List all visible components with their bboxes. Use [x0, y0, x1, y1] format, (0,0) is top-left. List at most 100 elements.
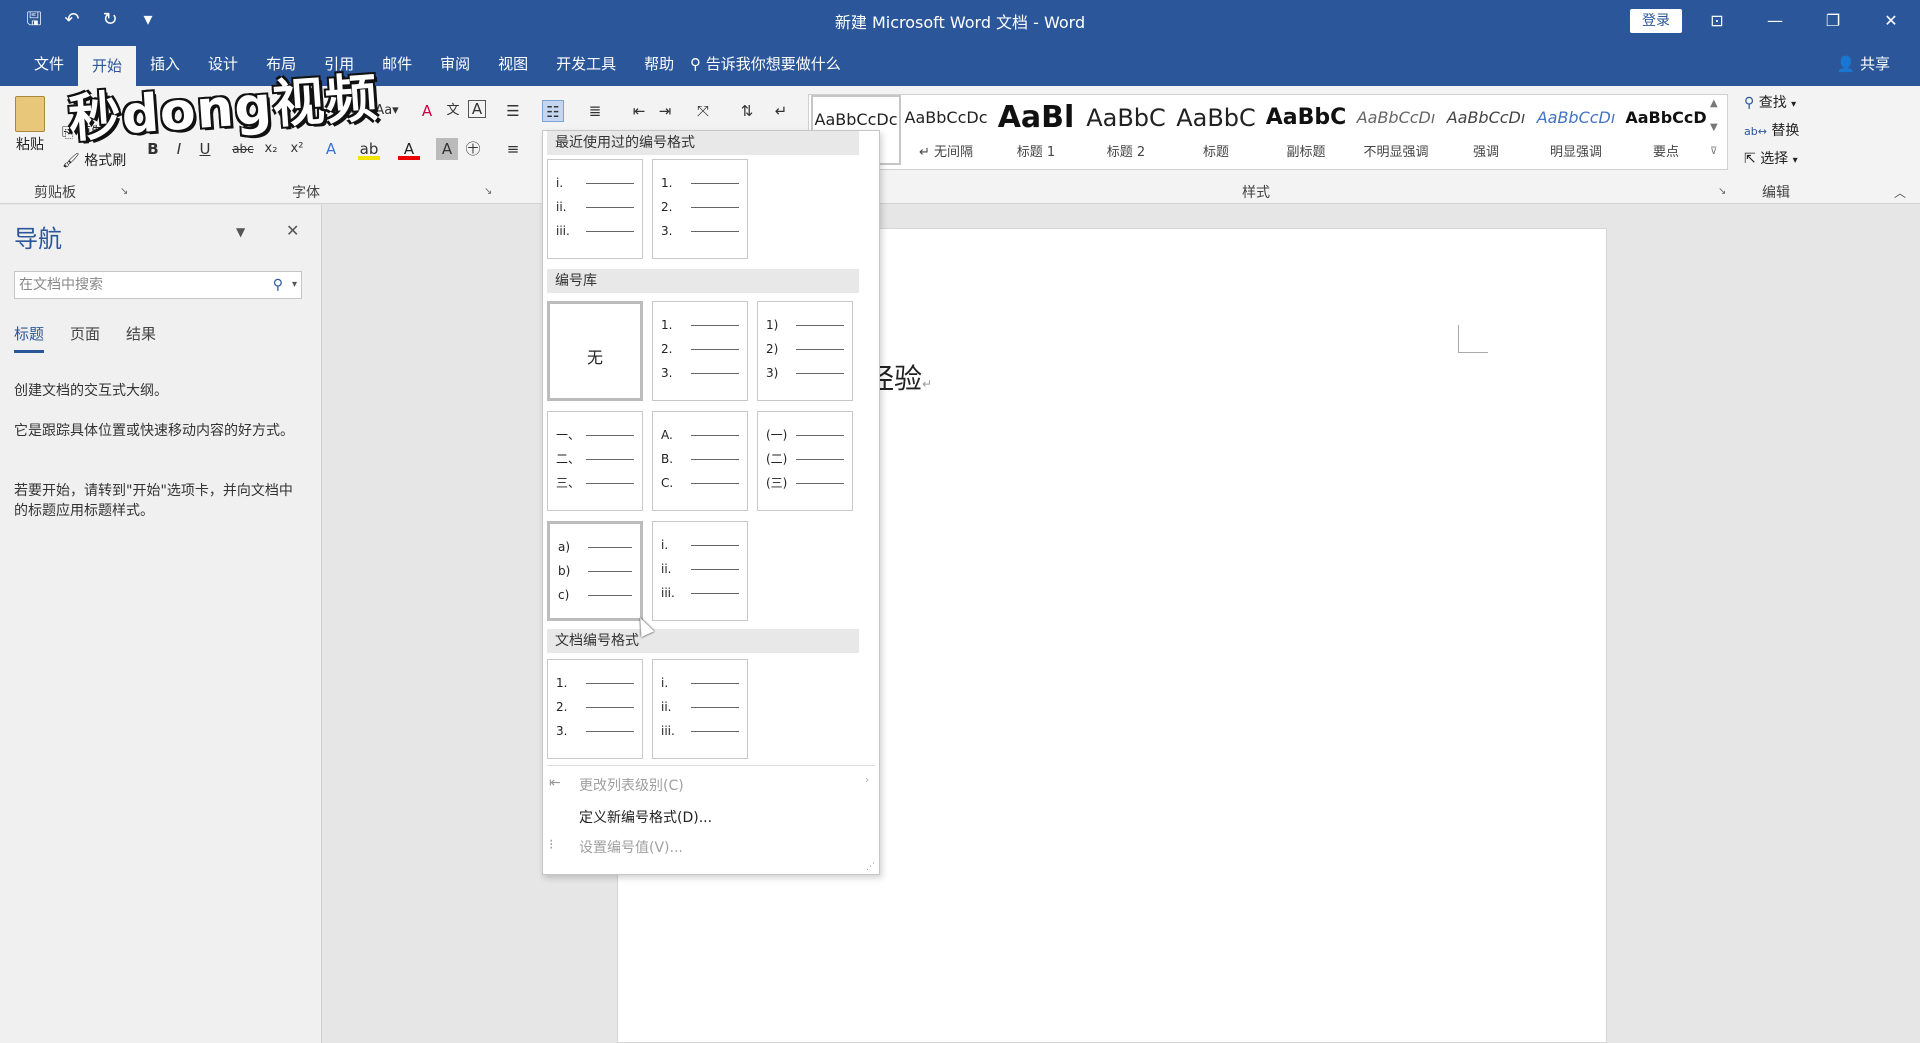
numbering-label: 3.	[556, 724, 568, 738]
tab-headings[interactable]: 标题	[14, 323, 45, 353]
multilevel-list-icon[interactable]: ≣	[584, 100, 606, 122]
style-name: 副标题	[1286, 145, 1326, 160]
collapse-ribbon-icon[interactable]: ︿	[1894, 184, 1906, 201]
recent-format-option[interactable]: 1. 2. 3.	[652, 159, 748, 259]
numbering-row: 一、	[556, 428, 634, 442]
ribbon-display-icon[interactable]: ⊡	[1688, 0, 1746, 42]
tab-pages[interactable]: 页面	[70, 323, 100, 353]
chevron-down-icon: ▾	[291, 279, 297, 290]
phonetic-guide-icon[interactable]: 文	[442, 100, 464, 122]
bullets-icon[interactable]: ☰	[502, 100, 524, 122]
strikethrough-icon[interactable]: abc	[232, 138, 254, 160]
style-option-2[interactable]: AaBl 标题 1	[991, 95, 1081, 160]
styles-dialog-launcher[interactable]: ↘	[1718, 186, 1726, 197]
clipboard-dialog-launcher[interactable]: ↘	[120, 186, 128, 197]
style-option-1[interactable]: AaBbCcDc ↵ 无间隔	[901, 95, 991, 160]
restore-icon[interactable]: ❐	[1804, 0, 1862, 42]
library-format-option[interactable]: a) b) c)	[547, 521, 643, 621]
increase-indent-icon[interactable]: ⇥	[654, 100, 676, 122]
tab-results[interactable]: 结果	[126, 323, 156, 353]
gallery-more-icon[interactable]: ⊽	[1710, 146, 1717, 157]
numbering-none-option[interactable]: 无	[547, 301, 643, 401]
numbering-label: ii.	[661, 562, 672, 576]
show-marks-icon[interactable]: ↵	[770, 100, 792, 122]
close-icon[interactable]: ✕	[1862, 0, 1920, 42]
library-format-option[interactable]: i. ii. iii.	[652, 521, 748, 621]
highlight-icon[interactable]: ab	[358, 138, 380, 160]
gallery-scroll-up-icon[interactable]: ▲	[1710, 98, 1718, 109]
paste-button[interactable]: 粘贴	[10, 92, 50, 172]
nav-message-2: 它是跟踪具体位置或快速移动内容的好方式。	[14, 423, 294, 439]
numbering-row: ii.	[556, 200, 634, 214]
search-icon: ⚲	[272, 277, 283, 293]
change-list-level-item[interactable]: 更改列表级别(C)	[579, 775, 684, 795]
login-button[interactable]: 登录	[1630, 9, 1682, 33]
numbering-label: 3.	[661, 366, 673, 380]
superscript-icon[interactable]: x²	[286, 138, 308, 160]
close-pane-icon[interactable]: ✕	[286, 221, 299, 240]
numbering-line	[691, 325, 739, 326]
character-border-icon[interactable]: A	[468, 100, 486, 118]
numbering-icon[interactable]: ☷	[542, 100, 564, 122]
style-option-9[interactable]: AaBbCcD 要点	[1621, 95, 1711, 160]
menu-tab-9[interactable]: 开发工具	[542, 42, 630, 86]
library-format-option[interactable]: (一) (二) (三)	[757, 411, 853, 511]
subscript-icon[interactable]: x₂	[260, 138, 282, 160]
set-numbering-value-item[interactable]: 设置编号值(V)...	[579, 837, 683, 857]
chinese-layout-icon[interactable]: ⤧	[692, 100, 714, 122]
minimize-icon[interactable]: —	[1746, 0, 1804, 42]
pane-options-icon[interactable]: ▼	[236, 225, 245, 239]
enclose-characters-icon[interactable]: ㊉	[462, 138, 484, 160]
numbering-row: 2)	[766, 342, 844, 356]
font-dialog-launcher[interactable]: ↘	[484, 186, 492, 197]
font-color-icon[interactable]: A	[398, 138, 420, 160]
style-option-8[interactable]: AaBbCcDı 明显强调	[1531, 95, 1621, 160]
menu-tab-7[interactable]: 审阅	[426, 42, 484, 86]
menu-tab-10[interactable]: 帮助	[630, 42, 688, 86]
text-effects-icon[interactable]: A	[320, 138, 342, 160]
select-button[interactable]: ⇱ 选择 ▾	[1744, 148, 1798, 168]
numbering-line	[691, 373, 739, 374]
numbering-label: iii.	[556, 224, 570, 238]
recent-format-option[interactable]: i. ii. iii.	[547, 159, 643, 259]
document-format-option[interactable]: 1. 2. 3.	[547, 659, 643, 759]
numbering-dropdown: 最近使用过的编号格式 i. ii. iii. 1. 2. 3. 编号库 无 1. 2. 3. 1…	[542, 130, 880, 875]
numbering-label: 2.	[661, 200, 673, 214]
replace-button[interactable]: ab↔ 替换	[1744, 120, 1799, 140]
style-option-3[interactable]: AaBbC 标题 2	[1081, 95, 1171, 160]
tell-me-search[interactable]: ⚲ 告诉我你想要做什么	[690, 42, 841, 86]
style-option-6[interactable]: AaBbCcDı 不明显强调	[1351, 95, 1441, 160]
define-new-format-item[interactable]: 定义新编号格式(D)...	[579, 807, 712, 827]
library-format-option[interactable]: 1) 2) 3)	[757, 301, 853, 401]
clear-formatting-icon[interactable]: A	[416, 100, 438, 122]
navigation-title: 导航	[14, 225, 62, 253]
numbering-label: (一)	[766, 428, 788, 442]
paste-label: 粘贴	[16, 137, 44, 153]
gallery-scroll-down-icon[interactable]: ▼	[1710, 122, 1718, 133]
editing-group-label: 编辑	[1762, 185, 1790, 201]
library-format-option[interactable]: A. B. C.	[652, 411, 748, 511]
find-button[interactable]: ⚲ 查找 ▾	[1744, 92, 1796, 112]
library-format-option[interactable]: 1. 2. 3.	[652, 301, 748, 401]
character-shading-icon[interactable]: A	[436, 138, 458, 160]
sort-icon[interactable]: ⇅	[736, 100, 758, 122]
find-icon: ⚲	[1744, 95, 1755, 111]
style-option-4[interactable]: AaBbC 标题	[1171, 95, 1261, 160]
decrease-indent-icon[interactable]: ⇤	[628, 100, 650, 122]
recent-formats-header: 最近使用过的编号格式	[547, 131, 859, 155]
style-option-5[interactable]: AaBbC 副标题	[1261, 95, 1351, 160]
style-option-7[interactable]: AaBbCcDı 强调	[1441, 95, 1531, 160]
format-painter-button[interactable]: 🖌 格式刷	[62, 150, 126, 170]
numbering-row: 1.	[661, 176, 739, 190]
numbering-line	[691, 707, 739, 708]
share-button[interactable]: 👤 共享	[1837, 42, 1890, 86]
library-format-option[interactable]: 一、 二、 三、	[547, 411, 643, 511]
numbering-label: 2.	[661, 342, 673, 356]
resize-grip-icon[interactable]: ⋰	[866, 862, 875, 872]
numbering-label: i.	[661, 676, 669, 690]
menu-tab-8[interactable]: 视图	[484, 42, 542, 86]
document-format-option[interactable]: i. ii. iii.	[652, 659, 748, 759]
align-left-icon[interactable]: ≡	[502, 138, 524, 160]
style-name: 强调	[1472, 145, 1499, 160]
navigation-search-input[interactable]: 在文档中搜索 ⚲ ▾	[14, 271, 302, 299]
